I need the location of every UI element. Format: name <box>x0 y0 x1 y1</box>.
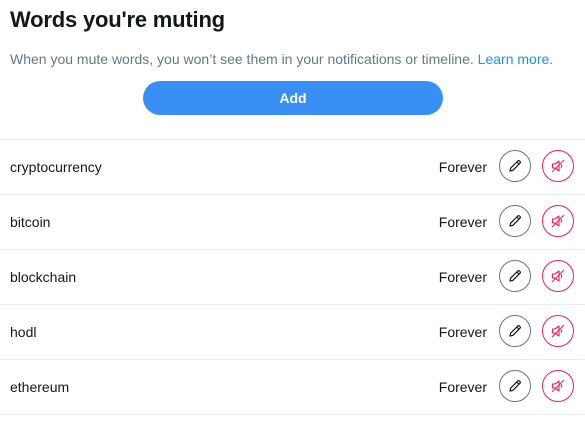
muted-words-list: cryptocurrency Forever bitcoin Forever b… <box>0 139 585 415</box>
unmute-button[interactable] <box>542 315 574 347</box>
list-item: blockchain Forever <box>0 250 585 305</box>
muted-speaker-icon <box>551 214 565 228</box>
unmute-button[interactable] <box>542 370 574 402</box>
mute-duration: Forever <box>438 214 487 230</box>
list-item: bitcoin Forever <box>0 195 585 250</box>
list-item: hodl Forever <box>0 305 585 360</box>
muted-speaker-icon <box>551 269 565 283</box>
pencil-icon <box>509 215 521 227</box>
muted-words-page: Words you're muting When you mute words,… <box>0 0 585 439</box>
muted-word: blockchain <box>10 269 77 285</box>
muted-word: ethereum <box>10 379 70 395</box>
unmute-button[interactable] <box>542 260 574 292</box>
edit-button[interactable] <box>499 150 531 182</box>
pencil-icon <box>509 270 521 282</box>
list-item: ethereum Forever <box>0 360 585 415</box>
page-description: When you mute words, you won’t see them … <box>10 51 553 67</box>
mute-duration: Forever <box>438 379 487 395</box>
mute-duration: Forever <box>438 269 487 285</box>
edit-button[interactable] <box>499 205 531 237</box>
muted-speaker-icon <box>551 324 565 338</box>
muted-speaker-icon <box>551 159 565 173</box>
muted-word: hodl <box>10 324 37 340</box>
edit-button[interactable] <box>499 315 531 347</box>
unmute-button[interactable] <box>542 205 574 237</box>
page-title: Words you're muting <box>10 7 225 32</box>
edit-button[interactable] <box>499 370 531 402</box>
pencil-icon <box>509 380 521 392</box>
edit-button[interactable] <box>499 260 531 292</box>
muted-word: bitcoin <box>10 214 51 230</box>
mute-duration: Forever <box>438 324 487 340</box>
add-button[interactable]: Add <box>143 81 443 115</box>
unmute-button[interactable] <box>542 150 574 182</box>
pencil-icon <box>509 325 521 337</box>
muted-speaker-icon <box>551 379 565 393</box>
muted-word: cryptocurrency <box>10 159 102 175</box>
list-item: cryptocurrency Forever <box>0 140 585 195</box>
description-text: When you mute words, you won’t see them … <box>10 51 474 67</box>
learn-more-link[interactable]: Learn more. <box>478 51 553 67</box>
pencil-icon <box>509 160 521 172</box>
mute-duration: Forever <box>438 159 487 175</box>
